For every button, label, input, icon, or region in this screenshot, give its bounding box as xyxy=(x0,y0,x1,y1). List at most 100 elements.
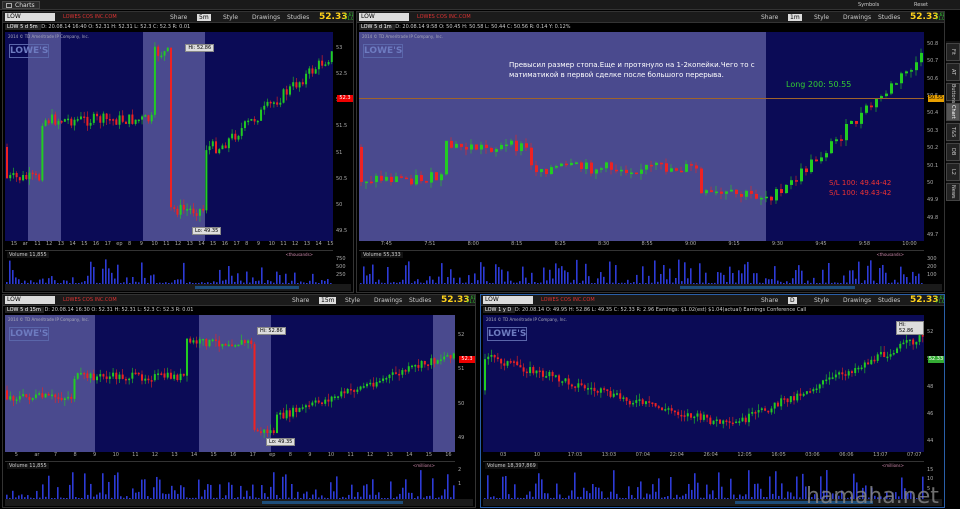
style-button[interactable]: Style xyxy=(814,297,829,304)
side-tab-at[interactable]: AT xyxy=(946,63,960,81)
candle-body xyxy=(112,119,115,121)
symbol-input[interactable]: LOW xyxy=(483,296,533,304)
candle-body xyxy=(89,373,92,378)
candle-body xyxy=(224,344,227,346)
share-button[interactable]: Share xyxy=(761,297,778,304)
candle-body xyxy=(404,370,407,372)
candle-body xyxy=(382,378,385,381)
time-tick: 15 xyxy=(81,241,88,247)
volume-bar xyxy=(699,263,701,285)
side-tab-l2[interactable]: L2 xyxy=(946,163,960,181)
candle-body xyxy=(800,168,803,182)
share-button[interactable]: Share xyxy=(170,14,187,21)
volume-bar xyxy=(882,264,884,285)
candle-body xyxy=(96,113,99,117)
side-tab-news[interactable]: News xyxy=(946,183,960,201)
drawings-button[interactable]: Drawings xyxy=(252,14,280,21)
chart-scrollbar[interactable] xyxy=(359,284,942,291)
price-axis[interactable]: 50.850.750.650.550.450.350.250.15049.949… xyxy=(925,32,943,241)
time-tick: 13 xyxy=(303,241,311,247)
price-plot[interactable]: 2014 © TD Ameritrade IP Company, Inc. LOW… xyxy=(359,32,924,241)
scrollbar-thumb[interactable] xyxy=(195,286,300,289)
candle-body xyxy=(540,169,543,173)
symbol-input[interactable]: LOW xyxy=(5,296,55,304)
candle-body xyxy=(615,393,618,395)
volume-bar xyxy=(246,271,248,285)
volume-bar xyxy=(261,267,263,285)
price-tick: 50 xyxy=(336,201,343,208)
volume-bar xyxy=(721,486,723,500)
price-tick: 50.5 xyxy=(336,175,348,182)
time-axis[interactable]: 15 ar 11 12 13 14 15 16 17 ep 8 9 10 11 12 13 14 15 16 17 8 9… xyxy=(5,241,334,249)
volume-bar xyxy=(775,471,777,500)
candle-body xyxy=(696,413,699,417)
studies-button[interactable]: Studies xyxy=(878,297,900,304)
side-tab-fit[interactable]: Fit xyxy=(946,43,960,61)
candle-body xyxy=(845,123,848,141)
interval-button[interactable]: D xyxy=(788,297,797,304)
style-button[interactable]: Style xyxy=(345,297,360,304)
interval-button[interactable]: 15m xyxy=(319,297,337,304)
interval-button[interactable]: 1m xyxy=(788,14,802,21)
volume-pane[interactable]: Volume 55,333 <thousands> xyxy=(359,250,924,285)
chart-scrollbar[interactable] xyxy=(5,284,351,291)
time-axis[interactable]: 7:45 7:51 8:00 8:15 8:25 8:30 8:55 9:00 9:15 9:30… xyxy=(359,241,924,249)
volume-bar xyxy=(108,481,110,500)
time-axis[interactable]: 5 ar 7 8 9 10 11 12 13 14 15 16 17 ep 8 9 10 11 12 13 14 15 16 xyxy=(5,452,455,460)
time-tick: 12 xyxy=(174,241,182,247)
drawings-button[interactable]: Drawings xyxy=(843,14,871,21)
side-tab-chart[interactable]: Chart xyxy=(946,103,960,121)
volume-bar xyxy=(543,267,545,285)
candle-body xyxy=(493,355,496,358)
candle-body xyxy=(460,143,463,147)
interval-button[interactable]: 5m xyxy=(197,14,211,21)
price-axis[interactable]: 52 51 50 49 xyxy=(456,315,474,452)
volume-pane[interactable]: Volume 11,855 <thousands> xyxy=(5,250,333,285)
share-button[interactable]: Share xyxy=(292,297,309,304)
volume-bar xyxy=(117,264,119,285)
volume-tick: 250 xyxy=(336,272,346,278)
stop-loss-label: S/L 100: 49.44-42 S/L 100: 49.43-42 xyxy=(829,178,891,198)
candle-body xyxy=(134,372,137,375)
side-tab-db[interactable]: DB xyxy=(946,143,960,161)
charts-tab[interactable]: Charts xyxy=(2,1,40,9)
candle-body xyxy=(715,191,718,194)
price-plot[interactable]: 2014 © TD Ameritrade IP Company, Inc. LOW… xyxy=(483,315,924,452)
candle-body xyxy=(6,146,8,179)
price-plot[interactable]: 2014 © TD Ameritrade IP Company, Inc. LOW… xyxy=(5,315,455,452)
candle-body xyxy=(63,398,66,400)
studies-button[interactable]: Studies xyxy=(409,297,431,304)
candle-body xyxy=(802,393,805,396)
price-axis[interactable]: 5352.55251.55150.55049.5 xyxy=(334,32,352,241)
symbols-button[interactable]: Symbols xyxy=(858,2,879,8)
candle-body xyxy=(535,370,538,374)
share-button[interactable]: Share xyxy=(761,14,778,21)
info-value: O: 52.31 xyxy=(88,24,112,30)
candle-body xyxy=(83,372,86,375)
reset-button[interactable]: Reset xyxy=(914,2,928,8)
symbol-input[interactable]: LOW xyxy=(5,13,55,21)
style-button[interactable]: Style xyxy=(814,14,829,21)
price-axis[interactable]: 5250484644 xyxy=(925,315,943,452)
symbol-input[interactable]: LOW xyxy=(359,13,409,21)
candle-body xyxy=(921,335,924,337)
side-tab-ts[interactable]: T&S xyxy=(946,123,960,141)
style-button[interactable]: Style xyxy=(223,14,238,21)
volume-bar xyxy=(613,470,615,500)
drawings-button[interactable]: Drawings xyxy=(374,297,402,304)
time-axis[interactable]: 03 10 17:03 13:03 07:04 22:04 26:04 12:05 16:05 0… xyxy=(483,452,924,460)
price-plot[interactable]: 2014 © TD Ameritrade IP Company, Inc. LOW… xyxy=(5,32,333,241)
candle-body xyxy=(121,115,124,122)
volume-pane[interactable]: Volume 11,855 <millions> xyxy=(5,461,455,500)
scrollbar-thumb[interactable] xyxy=(679,286,855,289)
drawings-button[interactable]: Drawings xyxy=(843,297,871,304)
time-tick: 06:06 xyxy=(839,452,854,458)
candle-body xyxy=(288,410,291,417)
studies-button[interactable]: Studies xyxy=(878,14,900,21)
candle-body xyxy=(577,383,580,388)
chart-scrollbar[interactable] xyxy=(5,499,473,506)
studies-button[interactable]: Studies xyxy=(287,14,309,21)
scrollbar-thumb[interactable] xyxy=(262,501,403,504)
candle-body xyxy=(606,389,609,392)
side-tab-buttons[interactable]: Buttons xyxy=(946,83,960,103)
